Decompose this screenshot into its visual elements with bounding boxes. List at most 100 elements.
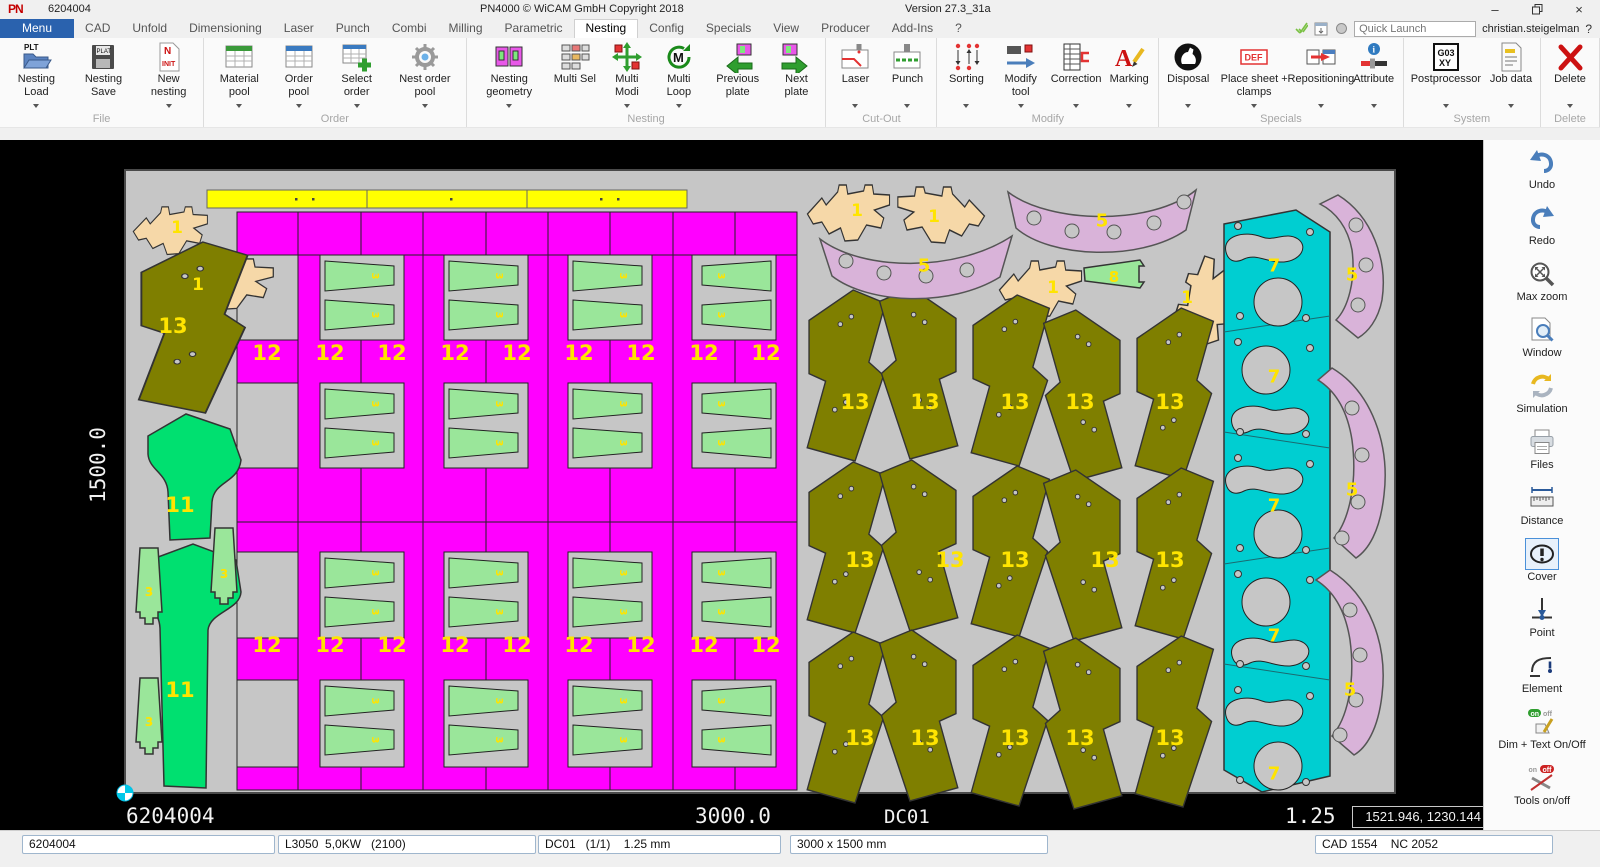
sidebar-button-files[interactable]: Files	[1484, 426, 1600, 482]
sidebar-button-window[interactable]: Window	[1484, 314, 1600, 370]
menu-tab-menu[interactable]: Menu	[0, 19, 74, 38]
status-field-3[interactable]: 3000 x 1500 mm	[790, 835, 1048, 854]
ribbon-button-punch[interactable]: Punch	[881, 39, 933, 111]
dropdown-arrow-icon[interactable]	[354, 104, 360, 108]
menu-tab-punch[interactable]: Punch	[325, 19, 381, 38]
record-icon[interactable]	[1334, 22, 1348, 36]
ribbon-button-multi-loop[interactable]: MMulti Loop	[653, 39, 705, 111]
sidebar-button-redo[interactable]: Redo	[1484, 202, 1600, 258]
ribbon-button-label: Sorting	[949, 73, 984, 86]
dropdown-arrow-icon[interactable]	[1567, 104, 1573, 108]
ribbon-button-order-pool[interactable]: Order pool	[272, 39, 327, 111]
dropdown-arrow-icon[interactable]	[422, 104, 428, 108]
ribbon-button-multi-modi[interactable]: Multi Modi	[601, 39, 653, 111]
dropdown-arrow-icon[interactable]	[166, 104, 172, 108]
redo-icon	[1525, 202, 1559, 234]
sidebar-button-label: Point	[1529, 627, 1554, 639]
ribbon-button-multi-sel[interactable]: Multi Sel	[549, 39, 601, 111]
sidebar-button-point[interactable]: Point	[1484, 594, 1600, 650]
menu-tab-dimensioning[interactable]: Dimensioning	[178, 19, 273, 38]
menu-tab-help[interactable]: ?	[944, 19, 973, 38]
ribbon-button-previous-plate[interactable]: Previous plate	[705, 39, 771, 111]
dropdown-arrow-icon[interactable]	[1018, 104, 1024, 108]
sidebar-button-dim-text-on-off[interactable]: onoffDim + Text On/Off	[1484, 706, 1600, 762]
sidebar-button-undo[interactable]: Undo	[1484, 146, 1600, 202]
sidebar-button-tools-on-off[interactable]: onoffTools on/off	[1484, 762, 1600, 818]
ribbon-button-next-plate[interactable]: Next plate	[770, 39, 822, 111]
dropdown-arrow-icon[interactable]	[1185, 104, 1191, 108]
ribbon-button-place-sheet-clamps[interactable]: DEFPlace sheet + clamps	[1214, 39, 1294, 111]
dropdown-arrow-icon[interactable]	[1508, 104, 1514, 108]
ribbon-button-select-order[interactable]: Select order	[326, 39, 387, 111]
dropdown-arrow-icon[interactable]	[852, 104, 858, 108]
status-field-0[interactable]: 6204004	[22, 835, 275, 854]
ribbon-button-repositioning[interactable]: Repositioning	[1294, 39, 1348, 111]
ribbon-button-delete[interactable]: Delete	[1544, 39, 1596, 111]
menu-tab-view[interactable]: View	[762, 19, 810, 38]
ribbon-button-nest-order-pool[interactable]: Nest order pool	[387, 39, 462, 111]
help-button[interactable]: ?	[1585, 22, 1592, 36]
ribbon-button-material-pool[interactable]: Material pool	[207, 39, 271, 111]
ribbon-button-sorting[interactable]: Sorting	[940, 39, 992, 111]
menu-tab-add-ins[interactable]: Add-Ins	[881, 19, 944, 38]
ribbon-button-job-data[interactable]: Job data	[1485, 39, 1537, 111]
sidebar-button-max-zoom[interactable]: Max zoom	[1484, 258, 1600, 314]
ribbon-button-modify-tool[interactable]: Modify tool	[992, 39, 1049, 111]
check-icon[interactable]	[1294, 22, 1308, 36]
select-order-icon	[340, 40, 374, 73]
menu-tab-unfold[interactable]: Unfold	[121, 19, 178, 38]
ribbon-group-delete: DeleteDelete	[1541, 38, 1600, 127]
dropdown-arrow-icon[interactable]	[33, 104, 39, 108]
sidebar-button-cover[interactable]: Cover	[1484, 538, 1600, 594]
ribbon-button-laser[interactable]: Laser	[829, 39, 881, 111]
ribbon-button-new-nesting[interactable]: NINITNew nesting	[137, 39, 200, 111]
status-field-1[interactable]: L3050 5,0KW (2100)	[278, 835, 536, 854]
menu-tab-nesting[interactable]: Nesting	[574, 19, 639, 38]
quick-launch-input[interactable]	[1354, 21, 1476, 37]
dropdown-arrow-icon[interactable]	[1126, 104, 1132, 108]
ribbon-button-nesting-load[interactable]: PLTNesting Load	[3, 39, 70, 111]
minimize-button[interactable]: –	[1474, 0, 1516, 19]
status-field-4[interactable]: CAD 1554 NC 2052	[1315, 835, 1553, 854]
sidebar-button-simulation[interactable]: Simulation	[1484, 370, 1600, 426]
dropdown-arrow-icon[interactable]	[1443, 104, 1449, 108]
ribbon-button-disposal[interactable]: Disposal	[1162, 39, 1214, 111]
dropdown-arrow-icon[interactable]	[624, 104, 630, 108]
ribbon-button-correction[interactable]: Correction	[1049, 39, 1103, 111]
dropdown-arrow-icon[interactable]	[1318, 104, 1324, 108]
part-label: 1	[171, 218, 183, 238]
status-field-2[interactable]: DC01 (1/1) 1.25 mm	[538, 835, 781, 854]
menu-tab-cad[interactable]: CAD	[74, 19, 121, 38]
dropdown-arrow-icon[interactable]	[1371, 104, 1377, 108]
ribbon-button-attribute[interactable]: iAttribute	[1348, 39, 1400, 111]
dropdown-arrow-icon[interactable]	[506, 104, 512, 108]
maximize-button[interactable]	[1516, 0, 1558, 19]
nesting-canvas[interactable]: 33333333333333333333333333333333 1212121…	[0, 140, 1483, 830]
dropdown-arrow-icon[interactable]	[1073, 104, 1079, 108]
dropdown-arrow-icon[interactable]	[904, 104, 910, 108]
nesting-drawing[interactable]: 33333333333333333333333333333333 1212121…	[0, 140, 1483, 830]
save-view-icon[interactable]	[1314, 22, 1328, 36]
menu-tab-producer[interactable]: Producer	[810, 19, 881, 38]
dropdown-arrow-icon[interactable]	[236, 104, 242, 108]
ribbon-button-postprocessor[interactable]: G03XYPostprocessor	[1407, 39, 1485, 111]
menu-tab-parametric[interactable]: Parametric	[494, 19, 574, 38]
dropdown-arrow-icon[interactable]	[676, 104, 682, 108]
menu-tab-combi[interactable]: Combi	[381, 19, 438, 38]
close-button[interactable]: ×	[1558, 0, 1600, 19]
dropdown-arrow-icon[interactable]	[296, 104, 302, 108]
menu-tab-specials[interactable]: Specials	[695, 19, 762, 38]
ribbon-button-marking[interactable]: AMarking	[1103, 39, 1155, 111]
part-label: 7	[1268, 764, 1281, 785]
ribbon-button-label: Previous plate	[709, 73, 767, 98]
menu-tab-laser[interactable]: Laser	[273, 19, 325, 38]
menu-tab-milling[interactable]: Milling	[438, 19, 494, 38]
dropdown-arrow-icon[interactable]	[1251, 104, 1257, 108]
ribbon-button-nesting-save[interactable]: PLATNesting Save	[70, 39, 137, 111]
ribbon-button-nesting-geometry[interactable]: Nesting geometry	[470, 39, 549, 111]
dropdown-arrow-icon[interactable]	[963, 104, 969, 108]
svg-text:3: 3	[617, 737, 628, 744]
menu-tab-config[interactable]: Config	[638, 19, 695, 38]
sidebar-button-distance[interactable]: Distance	[1484, 482, 1600, 538]
sidebar-button-element[interactable]: Element	[1484, 650, 1600, 706]
